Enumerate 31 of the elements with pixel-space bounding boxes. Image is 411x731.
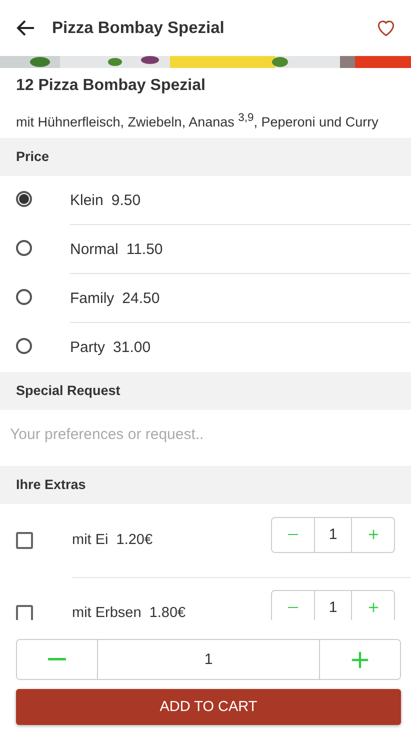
product-name: 12 Pizza Bombay Spezial — [15, 76, 206, 96]
plus-icon — [368, 602, 378, 613]
option-price: 31.00 — [113, 339, 151, 356]
option-label: Klein — [70, 192, 104, 208]
plus-icon — [368, 529, 378, 540]
option-label: Family — [70, 290, 114, 306]
minus-icon — [288, 534, 298, 536]
extra-price: 1.20€ — [116, 532, 153, 548]
product-description: mit Hühnerfleisch, Zwiebeln, Ananas $^{3,9}$, Peperoni und Curry — [15, 111, 380, 132]
radio-button[interactable] — [16, 289, 32, 305]
checkbox[interactable] — [16, 605, 33, 620]
option-label: Party — [70, 339, 106, 356]
plus-icon — [351, 650, 369, 668]
section-header: Ihre Extras — [0, 466, 411, 504]
minus-icon — [48, 658, 66, 661]
option-label: Normal — [70, 240, 118, 258]
page-title: Pizza Bombay Spezial — [52, 18, 226, 38]
extra-price: 1.80€ — [149, 604, 186, 620]
option-price: 9.50 — [111, 192, 141, 208]
option-price: 11.50 — [126, 240, 163, 258]
extra-label: mit Erbsen — [72, 604, 142, 620]
radio-button[interactable] — [16, 240, 32, 256]
extra-label: mit Ei — [72, 532, 108, 548]
section-header: Special Request — [0, 372, 411, 410]
option-price: 24.50 — [122, 290, 160, 306]
add-to-cart-button[interactable]: ADD TO CART — [16, 689, 401, 725]
radio-button[interactable] — [16, 338, 32, 354]
minus-icon — [288, 606, 298, 608]
radio-button[interactable] — [16, 191, 32, 207]
checkbox[interactable] — [16, 532, 33, 549]
section-header: Price — [0, 138, 411, 176]
